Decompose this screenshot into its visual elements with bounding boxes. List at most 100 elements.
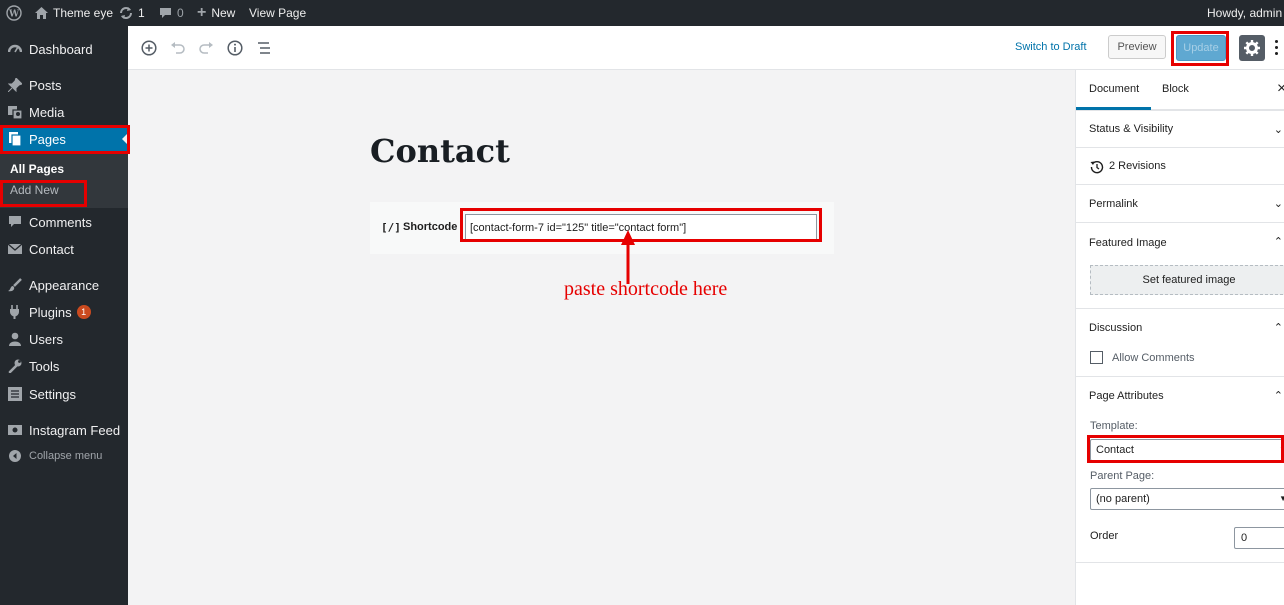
wordpress-logo-icon[interactable]: W bbox=[6, 0, 22, 26]
history-icon bbox=[1090, 160, 1104, 177]
select-arrow-icon: ▼ bbox=[1279, 494, 1284, 503]
pushpin-icon bbox=[8, 78, 22, 92]
submenu-add-new[interactable]: Add New bbox=[10, 183, 59, 197]
menu-media[interactable]: Media bbox=[0, 99, 128, 125]
chevron-down-icon: ⌄ bbox=[1273, 124, 1283, 136]
comments-link[interactable]: 0 bbox=[159, 0, 184, 26]
submenu-all-pages[interactable]: All Pages bbox=[10, 162, 64, 176]
more-options-icon[interactable] bbox=[1275, 40, 1278, 55]
menu-label: Plugins bbox=[29, 304, 72, 320]
settings-gear-icon[interactable] bbox=[1239, 35, 1265, 61]
menu-dashboard[interactable]: Dashboard bbox=[0, 36, 128, 62]
menu-label: Contact bbox=[29, 241, 74, 257]
section-title: Status & Visibility bbox=[1089, 123, 1174, 135]
shortcode-label: Shortcode bbox=[403, 221, 458, 233]
pages-icon bbox=[8, 132, 22, 146]
section-discussion: Discussion ⌃ Allow Comments bbox=[1076, 308, 1284, 376]
info-icon[interactable] bbox=[226, 39, 244, 57]
menu-settings[interactable]: Settings bbox=[0, 381, 128, 407]
collapse-menu[interactable]: Collapse menu bbox=[0, 443, 128, 469]
menu-label: Settings bbox=[29, 386, 76, 402]
mail-icon bbox=[8, 242, 22, 256]
editor-toolbar: Switch to Draft Preview Update bbox=[128, 26, 1284, 70]
admin-bar: W Theme eye 1 0 + New View Page Howdy, a… bbox=[0, 0, 1284, 26]
preview-button[interactable]: Preview bbox=[1108, 35, 1166, 59]
revisions-label: 2 Revisions bbox=[1109, 160, 1166, 172]
menu-instagram-feed[interactable]: Instagram Feed bbox=[0, 417, 128, 443]
tab-block[interactable]: Block bbox=[1162, 83, 1189, 95]
template-value: Contact bbox=[1096, 444, 1134, 456]
menu-comments[interactable]: Comments bbox=[0, 209, 128, 235]
menu-label: Pages bbox=[29, 131, 66, 147]
instagram-icon bbox=[8, 423, 22, 437]
section-featured-image: Featured Image ⌃ Set featured image bbox=[1076, 222, 1284, 308]
chevron-up-icon[interactable]: ⌃ bbox=[1274, 389, 1283, 402]
plugins-update-badge: 1 bbox=[76, 305, 91, 319]
chevron-up-icon[interactable]: ⌃ bbox=[1274, 321, 1283, 334]
undo-icon[interactable] bbox=[169, 39, 187, 57]
menu-users[interactable]: Users bbox=[0, 326, 128, 352]
menu-tools[interactable]: Tools bbox=[0, 353, 128, 379]
menu-appearance[interactable]: Appearance bbox=[0, 272, 128, 298]
account-menu[interactable]: Howdy, admin bbox=[1207, 0, 1284, 26]
menu-posts[interactable]: Posts bbox=[0, 72, 128, 98]
panel-tabs: Document Block × bbox=[1076, 70, 1284, 110]
parent-page-value: (no parent) bbox=[1096, 493, 1150, 505]
view-page-link[interactable]: View Page bbox=[249, 0, 306, 26]
annotation-arrow-icon bbox=[621, 230, 635, 284]
parent-page-select[interactable]: (no parent) ▼ bbox=[1090, 488, 1284, 510]
menu-contact[interactable]: Contact bbox=[0, 236, 128, 262]
greeting: Howdy, admin bbox=[1207, 6, 1283, 20]
wrench-icon bbox=[8, 359, 22, 373]
section-title[interactable]: Discussion bbox=[1089, 322, 1142, 334]
section-revisions[interactable]: 2 Revisions bbox=[1076, 147, 1284, 184]
section-permalink[interactable]: Permalink ⌄ bbox=[1076, 184, 1284, 222]
add-block-icon[interactable] bbox=[140, 39, 158, 57]
settings-icon bbox=[8, 387, 22, 401]
update-button[interactable]: Update bbox=[1176, 35, 1226, 61]
redo-icon[interactable] bbox=[197, 39, 215, 57]
allow-comments-checkbox[interactable] bbox=[1090, 351, 1103, 364]
annotation-text: paste shortcode here bbox=[564, 278, 728, 300]
menu-label: Instagram Feed bbox=[29, 422, 121, 438]
collapse-arrow-icon bbox=[8, 449, 22, 463]
menu-label: Posts bbox=[29, 77, 62, 93]
home-icon bbox=[35, 7, 48, 19]
page-title[interactable]: Contact bbox=[370, 132, 510, 170]
editor-canvas: Contact [/] Shortcode [contact-form-7 id… bbox=[128, 70, 1075, 605]
tab-label: Document bbox=[1089, 83, 1140, 95]
comment-bubble-icon bbox=[160, 8, 171, 18]
section-status-visibility[interactable]: Status & Visibility ⌄ bbox=[1076, 110, 1284, 147]
shortcode-block[interactable]: [/] Shortcode [contact-form-7 id="125" t… bbox=[370, 202, 834, 254]
menu-label: Dashboard bbox=[29, 41, 93, 57]
new-link[interactable]: + New bbox=[197, 0, 235, 26]
menu-pages[interactable]: Pages bbox=[0, 126, 128, 152]
switch-to-draft-button[interactable]: Switch to Draft bbox=[1015, 41, 1087, 53]
tab-document[interactable]: Document bbox=[1076, 70, 1151, 110]
menu-plugins[interactable]: Plugins 1 bbox=[0, 299, 128, 325]
chevron-up-icon[interactable]: ⌃ bbox=[1274, 235, 1283, 248]
section-title[interactable]: Page Attributes bbox=[1089, 390, 1164, 402]
comments-count: 0 bbox=[177, 6, 184, 20]
section-title[interactable]: Featured Image bbox=[1089, 237, 1167, 249]
template-label: Template: bbox=[1090, 420, 1138, 432]
updates-link[interactable]: 1 bbox=[119, 0, 145, 26]
user-icon bbox=[8, 332, 22, 346]
close-icon[interactable]: × bbox=[1277, 80, 1284, 98]
shortcode-input[interactable]: [contact-form-7 id="125" title="contact … bbox=[465, 214, 817, 242]
svg-text:W: W bbox=[8, 10, 20, 20]
site-name: Theme eye bbox=[53, 6, 114, 20]
pages-submenu: All Pages Add New bbox=[0, 154, 128, 208]
menu-label: Appearance bbox=[29, 277, 100, 293]
select-arrow-icon: ▼ bbox=[1279, 445, 1284, 454]
site-name-link[interactable]: Theme eye bbox=[35, 0, 113, 26]
plug-icon bbox=[8, 305, 22, 319]
block-navigation-icon[interactable] bbox=[255, 39, 273, 57]
shortcode-icon: [/] bbox=[381, 221, 401, 234]
order-input[interactable]: 0 bbox=[1234, 527, 1284, 549]
menu-label: Tools bbox=[29, 358, 60, 374]
set-featured-image-button[interactable]: Set featured image bbox=[1090, 265, 1284, 295]
menu-label: Comments bbox=[29, 214, 92, 230]
settings-sidebar: Document Block × Status & Visibility ⌄ 2… bbox=[1075, 70, 1284, 605]
template-select[interactable]: Contact ▼ bbox=[1090, 439, 1284, 461]
